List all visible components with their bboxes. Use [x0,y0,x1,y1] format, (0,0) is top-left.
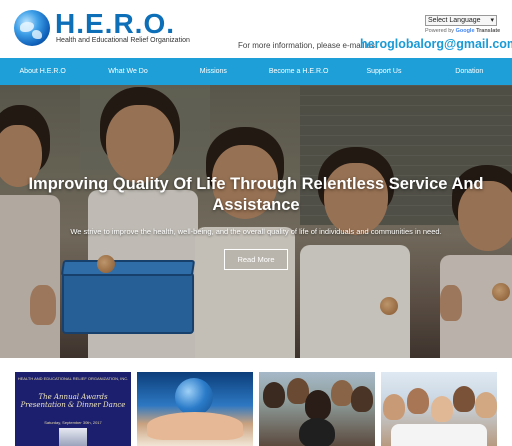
google-translate-credit: Powered by Google Translate [425,28,500,34]
nav-item-about[interactable]: About H.E.R.O [0,58,85,85]
nav-item-missions[interactable]: Missions [171,58,256,85]
thumbnail-volunteers[interactable] [381,372,497,446]
thumbnail-awards[interactable]: HEALTH AND EDUCATIONAL RELIEF ORGANIZATI… [15,372,131,446]
awards-org: HEALTH AND EDUCATIONAL RELIEF ORGANIZATI… [17,376,129,381]
powered-by-text: Powered by [425,28,455,34]
nav-item-become-a-hero[interactable]: Become a H.E.R.O [256,58,341,85]
google-logo-text: Google [455,28,475,34]
thumbnail-globe-hands[interactable] [137,372,253,446]
hero-text: We strive to improve the health, well-be… [70,227,442,236]
featured-thumbnails: HEALTH AND EDUCATIONAL RELIEF ORGANIZATI… [0,358,512,446]
language-select-label: Select Language [428,17,481,24]
awards-date: Saturday, September 30th, 2017 [44,420,102,425]
language-select[interactable]: Select Language ▾ [425,15,497,26]
hero-title: Improving Quality Of Life Through Relent… [28,175,484,214]
main-nav: About H.E.R.O What We Do Missions Become… [0,58,512,85]
thumbnail-crowd[interactable] [259,372,375,446]
logo-subtitle: Health and Educational Relief Organizati… [56,37,190,44]
chevron-down-icon: ▾ [490,17,494,24]
logo-title[interactable]: H.E.R.O. [55,9,175,39]
contact-email-link[interactable]: heroglobalorg@gmail.com [360,37,512,51]
site-header: H.E.R.O. Health and Educational Relief O… [0,0,512,58]
award-podium [59,428,87,446]
awards-title: The Annual Awards Presentation & Dinner … [20,393,126,409]
earth-image [175,378,213,416]
translate-link[interactable]: Translate [476,28,500,34]
hero-banner [0,85,512,358]
nav-item-donation[interactable]: Donation [427,58,512,85]
contact-info-text: For more information, please e-mail us [238,41,375,50]
nav-item-support-us[interactable]: Support Us [341,58,426,85]
nav-item-what-we-do[interactable]: What We Do [85,58,170,85]
globe-icon[interactable] [14,10,50,46]
hands-image [147,412,243,440]
read-more-button[interactable]: Read More [224,249,288,270]
